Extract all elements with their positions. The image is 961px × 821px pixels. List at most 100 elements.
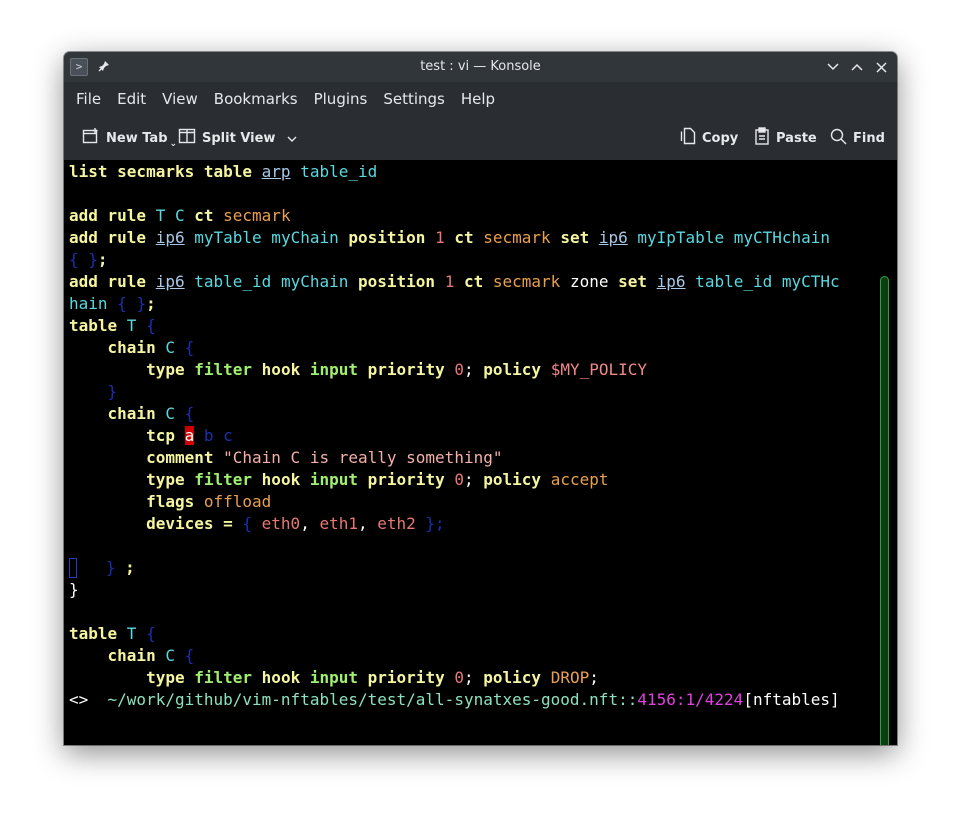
code-token: T C [155,206,195,225]
code-token: hain [69,294,118,313]
close-button[interactable] [871,57,891,77]
text-cursor: a [184,426,195,445]
new-tab-dropdown-icon[interactable]: ⌄ [170,139,178,149]
terminal-line: add rule T C ct secmark [69,205,840,227]
code-token: hook [261,470,310,489]
code-token: ip6 [598,228,628,247]
code-token: table [69,624,127,643]
code-token: comment [146,448,224,467]
menu-edit[interactable]: Edit [109,82,154,116]
terminal-line: devices = { eth0, eth1, eth2 }; [69,513,840,535]
title-bar[interactable]: > test : vi — Konsole [64,52,897,82]
code-token: { [184,338,195,357]
split-view-icon [178,127,196,149]
maximize-button[interactable] [847,57,867,77]
code-token: } [105,558,116,577]
code-token: table [69,316,127,335]
code-token: "Chain C is really something" [223,448,503,467]
find-button[interactable]: Find [830,124,885,152]
code-token: secmark [483,228,561,247]
code-token: secmark [492,272,570,291]
terminal-line: } [69,579,840,601]
terminal-line: flags offload [69,491,840,513]
minimize-button[interactable] [823,57,843,77]
code-token: $MY_POLICY [550,360,648,379]
code-token: ip6 [656,272,686,291]
copy-label: Copy [702,130,739,146]
code-token: b c [194,426,233,445]
chevron-down-icon[interactable] [287,131,297,146]
code-token: list secmarks table [69,162,262,181]
paste-icon [754,127,770,149]
menu-help[interactable]: Help [453,82,503,116]
code-token: 1 [444,272,464,291]
code-token: C [165,338,185,357]
code-token: , [357,514,378,533]
code-token: set [560,228,599,247]
split-view-label: Split View [202,130,276,146]
code-token: type [146,360,195,379]
code-token: hook [261,668,310,687]
menu-plugins[interactable]: Plugins [306,82,376,116]
paste-label: Paste [776,130,817,146]
code-token: input [309,360,368,379]
code-token: ; [463,668,484,687]
menu-settings[interactable]: Settings [375,82,453,116]
code-token: add rule [69,206,156,225]
terminal-line: table T { [69,623,840,645]
menu-view[interactable]: View [154,82,206,116]
code-token: ; [463,470,484,489]
terminal-view[interactable]: list secmarks table arp table_id add rule… [64,160,897,745]
code-token: ; [463,360,484,379]
code-token: table_id myChain [184,272,358,291]
code-token: chain [107,404,166,423]
terminal-line: { }; [69,249,840,271]
code-token: position [348,228,436,247]
code-token: table_id myCTHc [685,272,840,291]
code-token: filter [194,360,262,379]
new-tab-button[interactable]: New Tab ⌄ [82,124,177,152]
code-token: priority [367,360,455,379]
scrollbar[interactable] [880,276,889,745]
status-file-path: ~/work/github/vim-nftables/test/all-syna… [88,690,638,709]
menu-file[interactable]: File [68,82,109,116]
code-token: } [107,382,118,401]
paste-button[interactable]: Paste [754,124,817,152]
copy-button[interactable]: Copy [680,124,738,152]
code-token: type [146,470,195,489]
terminal-line: type filter hook input priority 0; polic… [69,469,840,491]
terminal-line: hain { }; [69,293,840,315]
code-token: myTable myChain [184,228,349,247]
code-token: chain [107,646,166,665]
menu-bookmarks[interactable]: Bookmarks [206,82,306,116]
split-view-button[interactable]: Split View [178,124,297,152]
code-token: accept [550,470,609,489]
code-token: myIpTable myCTHchain [627,228,831,247]
code-token: DROP [550,668,590,687]
code-token: ; [146,294,156,313]
code-token: { [184,404,195,423]
code-token: eth0 [261,514,301,533]
code-token: priority [367,668,455,687]
code-token: C [165,404,185,423]
konsole-window: > test : vi — Konsole File Edit View Boo… [64,52,897,745]
vim-status-line: <> ~/work/github/vim-nftables/test/all-s… [69,689,840,711]
code-token: T [126,316,147,335]
code-token: 0 [454,360,464,379]
code-token: 1 [435,228,455,247]
terminal-line: table T { [69,315,840,337]
find-label: Find [853,130,885,146]
code-token: C [165,646,185,665]
code-token: policy [483,470,551,489]
code-token: ct [454,228,484,247]
terminal-line: chain C { [69,645,840,667]
